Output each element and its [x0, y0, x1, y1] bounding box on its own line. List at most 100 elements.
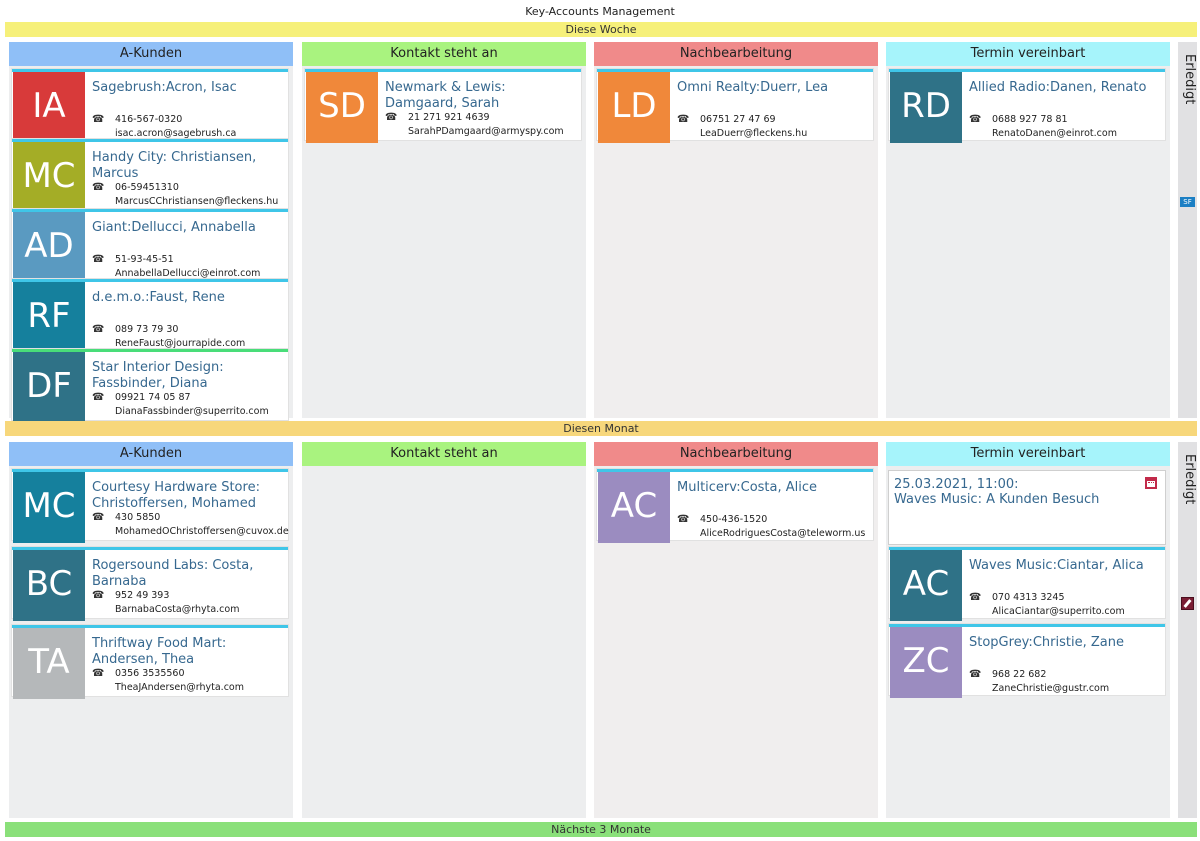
section-bar-this-week[interactable]: Diese Woche	[5, 22, 1197, 37]
contact-email[interactable]: SarahPDamgaard@armyspy.com	[408, 126, 564, 137]
contact-card[interactable]: AC Waves Music:Ciantar, Alica ☎ 070 4313 32…	[889, 547, 1165, 621]
contact-phone[interactable]: 430 5850	[115, 512, 160, 523]
appointment-card[interactable]: 25.03.2021, 11:00: Waves Music: A Kunden…	[889, 471, 1165, 544]
contact-email[interactable]: AliceRodriguesCosta@teleworm.us	[700, 528, 865, 539]
phone-icon: ☎	[969, 669, 982, 680]
contact-name[interactable]: Newmark & Lewis: Damgaard, Sarah	[385, 80, 575, 112]
contact-card[interactable]: ZC StopGrey:Christie, Zane ☎ 968 22 682 Zane…	[889, 624, 1165, 698]
column-nachbearbeitung-month: Nachbearbeitung AC Multicerv:Costa, Alice…	[594, 442, 878, 818]
contact-name[interactable]: Star Interior Design: Fassbinder, Diana	[92, 360, 282, 392]
contact-phone[interactable]: 968 22 682	[992, 669, 1046, 680]
contact-email[interactable]: MohamedOChristoffersen@cuvox.de	[115, 526, 289, 537]
avatar: TA	[13, 628, 85, 699]
appointment-title: Waves Music: A Kunden Besuch	[894, 492, 1100, 507]
phone-icon: ☎	[969, 114, 982, 125]
contact-card[interactable]: LD Omni Realty:Duerr, Lea ☎ 06751 27 47 69 L…	[597, 69, 873, 143]
avatar: LD	[598, 72, 670, 143]
contact-name[interactable]: Courtesy Hardware Store: Christoffersen,…	[92, 480, 282, 512]
contact-card[interactable]: MC Courtesy Hardware Store: Christofferse…	[12, 469, 289, 543]
contact-email[interactable]: MarcusCChristiansen@fleckens.hu	[115, 196, 278, 207]
column-header-kontakt: Kontakt steht an	[302, 442, 586, 466]
contact-phone[interactable]: 450-436-1520	[700, 514, 767, 525]
contact-phone[interactable]: 089 73 79 30	[115, 324, 178, 335]
avatar: MC	[13, 472, 85, 543]
contact-card[interactable]: AC Multicerv:Costa, Alice ☎ 450-436-1520 Ali…	[597, 469, 873, 543]
phone-icon: ☎	[92, 392, 105, 403]
column-termin-month: Termin vereinbart 25.03.2021, 11:00: Wav…	[886, 442, 1170, 818]
contact-email[interactable]: isac.acron@sagebrush.ca	[115, 128, 236, 139]
avatar: ZC	[890, 627, 962, 698]
contact-card[interactable]: BC Rogersound Labs: Costa, Barnaba ☎ 952 49…	[12, 547, 288, 621]
contact-name[interactable]: Waves Music:Ciantar, Alica	[969, 558, 1159, 574]
contact-email[interactable]: DianaFassbinder@superrito.com	[115, 406, 269, 417]
phone-icon: ☎	[92, 590, 105, 601]
contact-phone[interactable]: 070 4313 3245	[992, 592, 1065, 603]
contact-card[interactable]: RF d.e.m.o.:Faust, Rene ☎ 089 73 79 30 ReneF…	[12, 279, 288, 353]
phone-icon: ☎	[92, 254, 105, 265]
contact-phone[interactable]: 06751 27 47 69	[700, 114, 776, 125]
column-termin-week: Termin vereinbart RD Allied Radio:Danen, …	[886, 42, 1170, 418]
contact-phone[interactable]: 06-59451310	[115, 182, 179, 193]
contact-phone[interactable]: 51-93-45-51	[115, 254, 174, 265]
contact-phone[interactable]: 09921 74 05 87	[115, 392, 191, 403]
contact-name[interactable]: Sagebrush:Acron, Isac	[92, 80, 282, 96]
phone-icon: ☎	[92, 114, 105, 125]
contact-card[interactable]: TA Thriftway Food Mart: Andersen, Thea ☎ 03…	[12, 625, 288, 699]
column-header-termin: Termin vereinbart	[886, 442, 1170, 466]
contact-email[interactable]: TheaJAndersen@rhyta.com	[115, 682, 244, 693]
contact-phone[interactable]: 952 49 393	[115, 590, 169, 601]
column-a-kunden-week: A-Kunden IA Sagebrush:Acron, Isac ☎ 416-567…	[9, 42, 293, 423]
contact-email[interactable]: RenatoDanen@einrot.com	[992, 128, 1117, 139]
column-a-kunden-month: A-Kunden MC Courtesy Hardware Store: Chri…	[9, 442, 293, 818]
done-label: Erledigt	[1182, 54, 1197, 105]
contact-card[interactable]: RD Allied Radio:Danen, Renato ☎ 0688 927 78…	[889, 69, 1165, 143]
column-header-nachbearbeitung: Nachbearbeitung	[594, 442, 878, 466]
contact-name[interactable]: Omni Realty:Duerr, Lea	[677, 80, 867, 96]
avatar: AC	[890, 550, 962, 621]
contact-email[interactable]: LeaDuerr@fleckens.hu	[700, 128, 807, 139]
contact-name[interactable]: Giant:Dellucci, Annabella	[92, 220, 282, 236]
column-kontakt-month: Kontakt steht an	[302, 442, 586, 818]
phone-icon: ☎	[969, 592, 982, 603]
avatar: AD	[13, 212, 85, 283]
done-column-week[interactable]: Erledigt SF	[1178, 42, 1197, 418]
column-header-a-kunden: A-Kunden	[9, 442, 293, 466]
calendar-icon[interactable]	[1145, 477, 1157, 489]
contact-card[interactable]: DF Star Interior Design: Fassbinder, Dian…	[12, 349, 288, 423]
contact-card[interactable]: SD Newmark & Lewis: Damgaard, Sarah ☎ 21 27…	[305, 69, 581, 143]
contact-name[interactable]: Multicerv:Costa, Alice	[677, 480, 867, 496]
contact-email[interactable]: AnnabellaDellucci@einrot.com	[115, 268, 260, 279]
contact-card[interactable]: AD Giant:Dellucci, Annabella ☎ 51-93-45-51 A…	[12, 209, 288, 283]
contact-name[interactable]: Handy City: Christiansen, Marcus	[92, 150, 282, 182]
column-header-nachbearbeitung: Nachbearbeitung	[594, 42, 878, 66]
done-column-month[interactable]: Erledigt	[1178, 442, 1197, 818]
avatar: RD	[890, 72, 962, 143]
section-bar-next-3-months[interactable]: Nächste 3 Monate	[5, 822, 1197, 837]
contact-card[interactable]: IA Sagebrush:Acron, Isac ☎ 416-567-0320 isac…	[12, 69, 288, 143]
contact-phone[interactable]: 21 271 921 4639	[408, 112, 490, 123]
column-header-termin: Termin vereinbart	[886, 42, 1170, 66]
contact-phone[interactable]: 0688 927 78 81	[992, 114, 1068, 125]
contact-email[interactable]: ReneFaust@jourrapide.com	[115, 338, 245, 349]
contact-email[interactable]: ZaneChristie@gustr.com	[992, 683, 1109, 694]
avatar: IA	[13, 72, 85, 143]
phone-icon: ☎	[92, 182, 105, 193]
edit-icon[interactable]	[1181, 597, 1194, 610]
contact-email[interactable]: AlicaCiantar@superrito.com	[992, 606, 1125, 617]
contact-name[interactable]: Rogersound Labs: Costa, Barnaba	[92, 558, 282, 590]
column-nachbearbeitung-week: Nachbearbeitung LD Omni Realty:Duerr, Lea…	[594, 42, 878, 418]
appointment-date: 25.03.2021, 11:00:	[894, 477, 1019, 492]
contact-name[interactable]: StopGrey:Christie, Zane	[969, 635, 1159, 651]
contact-name[interactable]: Thriftway Food Mart: Andersen, Thea	[92, 636, 282, 668]
done-label: Erledigt	[1182, 454, 1197, 505]
phone-icon: ☎	[677, 114, 690, 125]
contact-name[interactable]: d.e.m.o.:Faust, Rene	[92, 290, 282, 306]
phone-icon: ☎	[385, 112, 398, 123]
contact-email[interactable]: BarnabaCosta@rhyta.com	[115, 604, 239, 615]
contact-card[interactable]: MC Handy City: Christiansen, Marcus ☎ 06-59…	[12, 139, 288, 213]
contact-phone[interactable]: 0356 3535560	[115, 668, 185, 679]
section-bar-this-month[interactable]: Diesen Monat	[5, 421, 1197, 436]
contact-phone[interactable]: 416-567-0320	[115, 114, 182, 125]
sf-badge[interactable]: SF	[1180, 197, 1195, 207]
contact-name[interactable]: Allied Radio:Danen, Renato	[969, 80, 1159, 96]
